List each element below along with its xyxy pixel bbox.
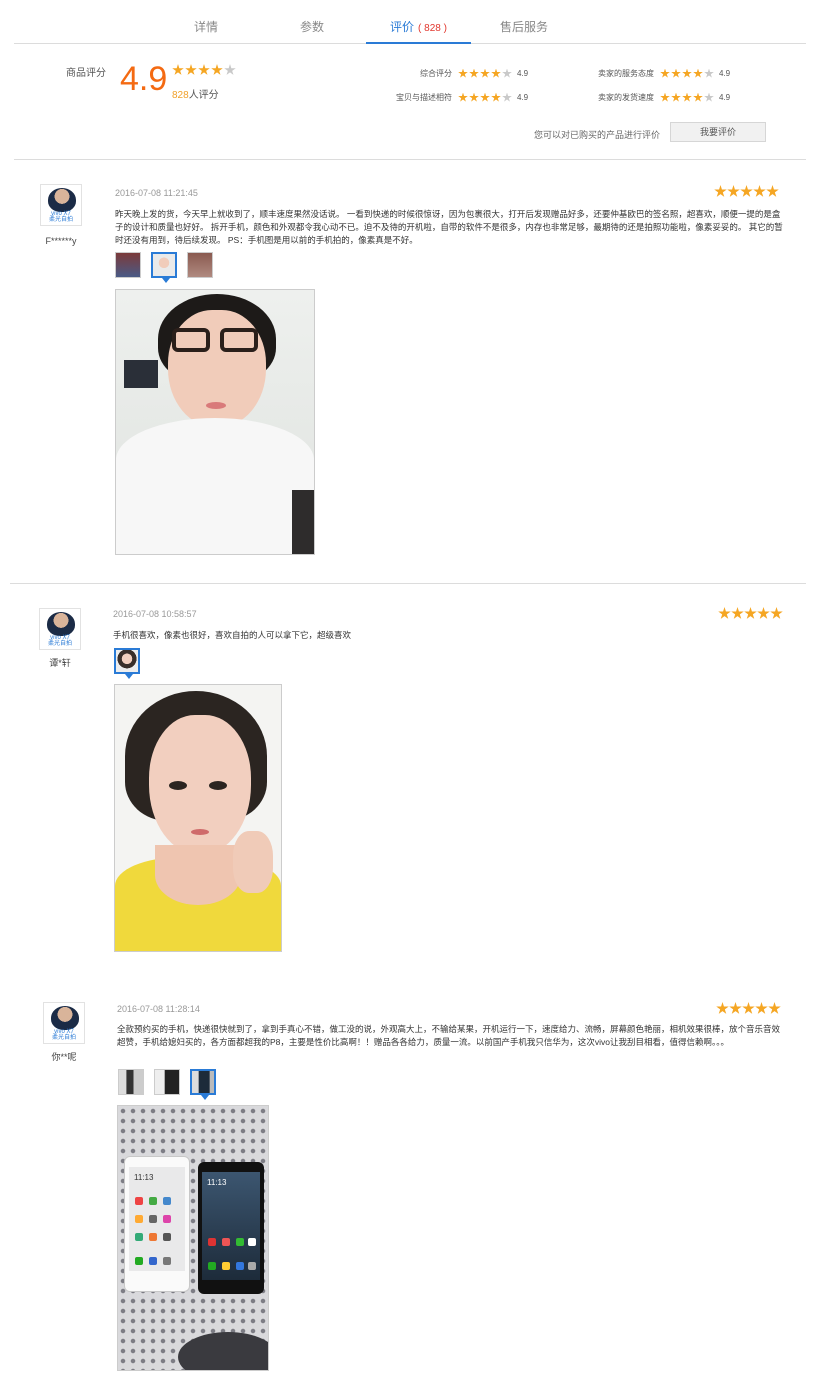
review-stars (714, 185, 779, 201)
tab-label: 参数 (299, 20, 324, 34)
tab-after-sales[interactable]: 售后服务 (482, 0, 566, 44)
metric-stars (458, 68, 513, 79)
star-filled-icon (211, 64, 223, 75)
star-filled-icon (757, 607, 770, 619)
overall-stars (172, 64, 237, 79)
star-filled-icon (742, 1002, 755, 1014)
review-stars (718, 607, 783, 623)
review-thumbnail[interactable] (114, 648, 140, 679)
star-filled-icon (768, 1002, 781, 1014)
star-filled-icon (458, 92, 468, 102)
review-stars (716, 1002, 781, 1018)
review-photo[interactable] (115, 289, 315, 555)
star-filled-icon (755, 1002, 768, 1014)
star-filled-icon (480, 68, 490, 78)
reviewer-name: 谭*轩 (49, 658, 71, 668)
star-filled-icon (766, 185, 779, 197)
metric-stars (660, 92, 715, 103)
review-photo[interactable]: 11:13 11:13 (117, 1105, 269, 1371)
star-filled-icon (740, 185, 753, 197)
evaluate-tip: 您可以对已购买的产品进行评价 (534, 130, 661, 140)
star-filled-icon (491, 68, 501, 78)
review-date: 2016-07-08 11:28:14 (117, 1004, 200, 1014)
star-filled-icon (469, 68, 479, 78)
tab-label: 评价 (390, 20, 415, 34)
star-filled-icon (731, 607, 744, 619)
review-thumbnails (115, 252, 223, 283)
reviewer-name: F******y (45, 236, 77, 246)
write-review-button[interactable]: 我要评价 (670, 122, 766, 142)
avatar[interactable]: vivo X7 柔光自拍 (40, 184, 82, 226)
star-filled-icon (682, 68, 692, 78)
overall-score: 4.9 (120, 60, 168, 98)
review-thumbnail[interactable] (151, 252, 177, 283)
tab-params[interactable]: 参数 (270, 0, 354, 44)
tab-label: 详情 (193, 20, 218, 34)
star-filled-icon (729, 1002, 742, 1014)
reviewer-name: 你**呢 (51, 1052, 77, 1062)
avatar[interactable]: vivo X7 柔光自拍 (43, 1002, 85, 1044)
review-thumbnail[interactable] (118, 1069, 144, 1095)
metric-shipping: 卖家的发货速度 4.9 (598, 92, 731, 103)
tab-bar: 详情 参数 评价( 828 ) 售后服务 (14, 0, 806, 44)
review-thumbnail[interactable] (190, 1069, 216, 1100)
review-text: 手机很喜欢，像素也很好，喜欢自拍的人可以拿下它，超级喜欢 (113, 630, 352, 640)
tab-details[interactable]: 详情 (164, 0, 248, 44)
star-filled-icon (458, 68, 468, 78)
review-photo[interactable] (114, 684, 282, 952)
star-filled-icon (660, 92, 670, 102)
star-empty-icon (502, 92, 512, 102)
star-filled-icon (491, 92, 501, 102)
star-filled-icon (671, 92, 681, 102)
star-filled-icon (693, 68, 703, 78)
star-filled-icon (744, 607, 757, 619)
review-item: vivo X7 柔光自拍 你**呢 2016-07-08 11:28:14 全款预… (10, 990, 806, 1380)
star-filled-icon (716, 1002, 729, 1014)
review-thumbnails (118, 1069, 226, 1100)
metric-stars (660, 68, 715, 79)
star-filled-icon (718, 607, 731, 619)
review-thumbnails (114, 648, 150, 679)
star-filled-icon (714, 185, 727, 197)
review-text: 全款预约买的手机，快递很快就到了，拿到手真心不错，做工没的说，外观高大上，不输给… (117, 1024, 781, 1047)
review-thumbnail[interactable] (115, 252, 141, 278)
metric-service: 卖家的服务态度 4.9 (598, 68, 731, 79)
star-filled-icon (172, 64, 184, 75)
star-filled-icon (469, 92, 479, 102)
star-filled-icon (770, 607, 783, 619)
star-empty-icon (224, 64, 236, 75)
star-filled-icon (198, 64, 210, 75)
star-filled-icon (671, 68, 681, 78)
star-filled-icon (185, 64, 197, 75)
review-item: vivo X7 柔光自拍 谭*轩 2016-07-08 10:58:57 手机很喜… (10, 596, 806, 964)
metric-description: 宝贝与描述相符 4.9 (396, 92, 529, 103)
metric-stars (458, 92, 513, 103)
review-date: 2016-07-08 10:58:57 (113, 609, 197, 619)
star-filled-icon (660, 68, 670, 78)
review-thumbnail[interactable] (154, 1069, 180, 1095)
review-date: 2016-07-08 11:21:45 (115, 188, 198, 198)
rating-summary: 商品评分 4.9 828人评分 综合评分 4.9 宝贝与描述相符 4.9 卖家的… (14, 44, 806, 160)
star-empty-icon (502, 68, 512, 78)
star-filled-icon (693, 92, 703, 102)
metric-overall: 综合评分 4.9 (420, 68, 529, 79)
star-filled-icon (753, 185, 766, 197)
review-thumbnail[interactable] (187, 252, 213, 278)
star-empty-icon (704, 68, 714, 78)
tab-reviews[interactable]: 评价( 828 ) (366, 0, 471, 44)
review-text: 昨天晚上发的货，今天早上就收到了，顺丰速度果然没话说。 一看到快递的时候很惊讶，… (115, 209, 783, 245)
star-filled-icon (727, 185, 740, 197)
star-empty-icon (704, 92, 714, 102)
review-count: ( 828 ) (418, 23, 447, 34)
summary-label: 商品评分 (66, 68, 106, 79)
star-filled-icon (480, 92, 490, 102)
rater-count: 828人评分 (172, 90, 219, 101)
tab-label: 售后服务 (499, 20, 548, 34)
star-filled-icon (682, 92, 692, 102)
review-item: vivo X7 柔光自拍 F******y 2016-07-08 11:21:45… (10, 170, 806, 584)
avatar[interactable]: vivo X7 柔光自拍 (39, 608, 81, 650)
